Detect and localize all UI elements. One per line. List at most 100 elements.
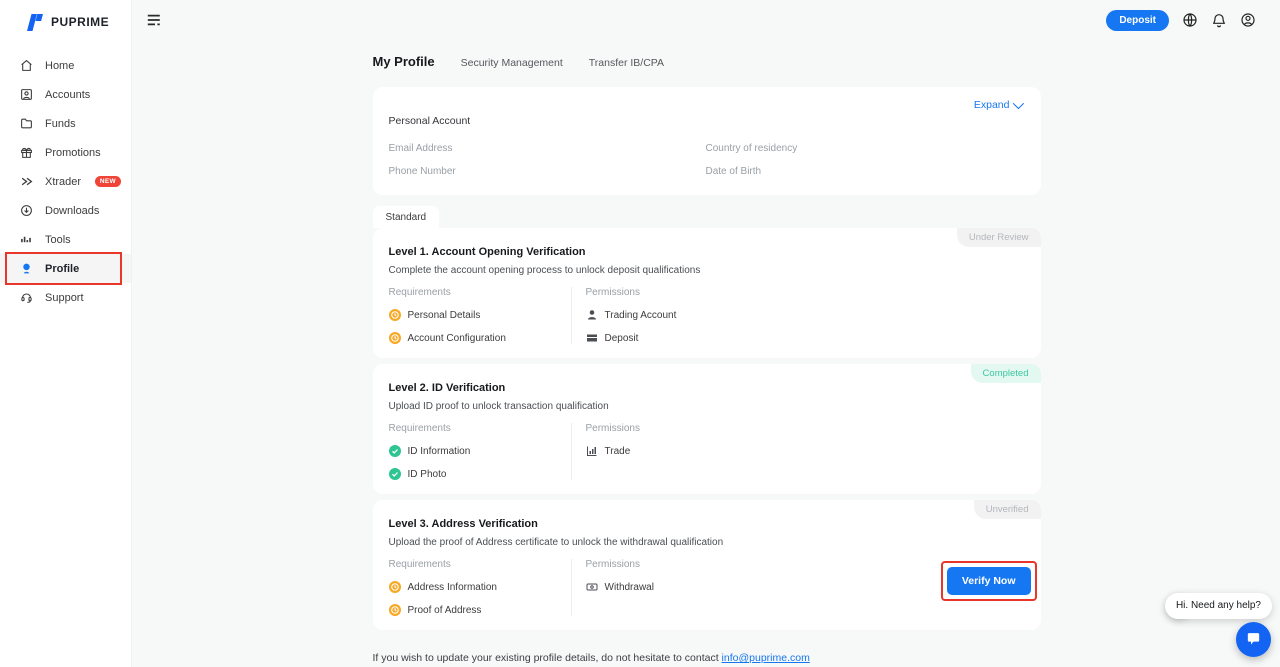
account-type-label: Personal Account <box>389 115 1021 127</box>
notifications-bell-icon[interactable] <box>1211 12 1227 28</box>
trade-chart-icon <box>586 445 598 457</box>
new-badge: NEW <box>95 176 121 187</box>
level-columns: Requirements Address Information Proof o… <box>389 559 1025 616</box>
brand-name: PUPRIME <box>51 15 109 29</box>
requirements-label: Requirements <box>389 287 571 298</box>
sidebar-item-tools[interactable]: Tools <box>0 225 131 254</box>
expand-toggle[interactable]: Expand <box>974 99 1021 111</box>
permissions-column: Permissions Trade <box>571 423 1025 480</box>
contact-note: If you wish to update your existing prof… <box>373 652 1041 664</box>
sidebar-item-label: Promotions <box>45 147 101 159</box>
level-description: Upload the proof of Address certificate … <box>389 537 1025 548</box>
level-title: Level 2. ID Verification <box>389 382 1025 394</box>
accounts-icon <box>20 88 33 101</box>
language-globe-icon[interactable] <box>1182 12 1198 28</box>
done-check-icon <box>389 445 401 457</box>
requirements-column: Requirements ID Information ID Photo <box>389 423 571 480</box>
permissions-column: Permissions Trading Account Deposit <box>571 287 1025 344</box>
phone-number-label: Phone Number <box>389 166 706 177</box>
status-badge-completed: Completed <box>971 364 1041 383</box>
puprime-logo-icon <box>26 12 46 31</box>
requirement-proof-of-address: Proof of Address <box>389 604 571 616</box>
sidebar-item-label: Funds <box>45 118 76 130</box>
chat-launcher-button[interactable] <box>1236 622 1271 657</box>
level-columns: Requirements ID Information ID Photo Per… <box>389 423 1025 480</box>
pending-clock-icon <box>389 309 401 321</box>
downloads-icon <box>20 204 33 217</box>
sidebar-item-home[interactable]: Home <box>0 51 131 80</box>
requirement-id-photo: ID Photo <box>389 468 571 480</box>
done-check-icon <box>389 468 401 480</box>
expand-label: Expand <box>974 99 1010 111</box>
permission-label: Deposit <box>605 333 639 344</box>
permission-trade: Trade <box>586 445 1025 457</box>
sidebar-menu: Home Accounts Funds Promotions Xtrader N… <box>0 51 131 312</box>
tab-my-profile[interactable]: My Profile <box>373 54 435 69</box>
requirements-label: Requirements <box>389 559 571 570</box>
deposit-button[interactable]: Deposit <box>1106 10 1169 31</box>
requirement-label: Proof of Address <box>408 605 482 616</box>
profile-icon <box>20 262 33 275</box>
home-icon <box>20 59 33 72</box>
chat-tooltip[interactable]: Hi. Need any help? <box>1165 593 1272 619</box>
sidebar-item-label: Downloads <box>45 205 99 217</box>
personal-fields: Email Address Country of residency Phone… <box>389 143 1021 177</box>
tab-standard[interactable]: Standard <box>373 206 440 228</box>
level-title: Level 1. Account Opening Verification <box>389 246 1025 258</box>
sidebar-item-funds[interactable]: Funds <box>0 109 131 138</box>
withdrawal-banknote-icon <box>586 581 598 593</box>
brand-logo: PUPRIME <box>0 0 131 31</box>
requirements-label: Requirements <box>389 423 571 434</box>
level-1-card: Under Review Level 1. Account Opening Ve… <box>373 228 1041 358</box>
trading-account-icon <box>586 309 598 321</box>
sidebar-item-profile[interactable]: Profile <box>0 254 131 283</box>
pending-clock-icon <box>389 604 401 616</box>
contact-note-text: If you wish to update your existing prof… <box>373 652 719 664</box>
deposit-card-icon <box>586 332 598 344</box>
verify-now-button[interactable]: Verify Now <box>947 567 1031 595</box>
tab-security-management[interactable]: Security Management <box>461 57 563 69</box>
profile-page: My Profile Security Management Transfer … <box>373 54 1041 664</box>
level-3-card: Unverified Level 3. Address Verification… <box>373 500 1041 630</box>
sidebar-item-label: Accounts <box>45 89 90 101</box>
level-columns: Requirements Personal Details Account Co… <box>389 287 1025 344</box>
level-title: Level 3. Address Verification <box>389 518 1025 530</box>
promotions-icon <box>20 146 33 159</box>
level-description: Upload ID proof to unlock transaction qu… <box>389 401 1025 412</box>
requirement-id-information: ID Information <box>389 445 571 457</box>
tab-transfer-ib-cpa[interactable]: Transfer IB/CPA <box>589 57 664 69</box>
requirements-column: Requirements Personal Details Account Co… <box>389 287 571 344</box>
permissions-label: Permissions <box>586 423 1025 434</box>
status-badge-under-review: Under Review <box>957 228 1041 247</box>
sidebar-item-promotions[interactable]: Promotions <box>0 138 131 167</box>
requirement-label: ID Information <box>408 446 471 457</box>
collapse-menu-icon[interactable] <box>147 13 163 27</box>
permission-label: Trading Account <box>605 310 677 321</box>
status-badge-unverified: Unverified <box>974 500 1041 519</box>
contact-email-link[interactable]: info@puprime.com <box>722 652 810 664</box>
tools-icon <box>20 233 33 246</box>
permission-label: Withdrawal <box>605 582 654 593</box>
sidebar-item-accounts[interactable]: Accounts <box>0 80 131 109</box>
requirement-address-information: Address Information <box>389 581 571 593</box>
chevron-down-icon <box>1012 98 1023 109</box>
personal-account-card: Expand Personal Account Email Address Co… <box>373 87 1041 195</box>
email-address-label: Email Address <box>389 143 706 154</box>
requirement-personal-details: Personal Details <box>389 309 571 321</box>
sidebar-item-xtrader[interactable]: Xtrader NEW <box>0 167 131 196</box>
xtrader-icon <box>20 175 33 188</box>
country-of-residency-label: Country of residency <box>706 143 1021 154</box>
sidebar: PUPRIME Home Accounts Funds Promotions X… <box>0 0 132 667</box>
sidebar-item-downloads[interactable]: Downloads <box>0 196 131 225</box>
permission-label: Trade <box>605 446 631 457</box>
sidebar-item-support[interactable]: Support <box>0 283 131 312</box>
funds-icon <box>20 117 33 130</box>
sidebar-item-label: Xtrader <box>45 176 81 188</box>
user-account-icon[interactable] <box>1240 12 1256 28</box>
requirement-label: Personal Details <box>408 310 481 321</box>
requirement-label: Account Configuration <box>408 333 506 344</box>
annotation-box-verify-now: Verify Now <box>941 561 1037 601</box>
main-area: Deposit My Profile Security Management T… <box>133 0 1280 667</box>
permission-trading-account: Trading Account <box>586 309 1025 321</box>
pending-clock-icon <box>389 581 401 593</box>
